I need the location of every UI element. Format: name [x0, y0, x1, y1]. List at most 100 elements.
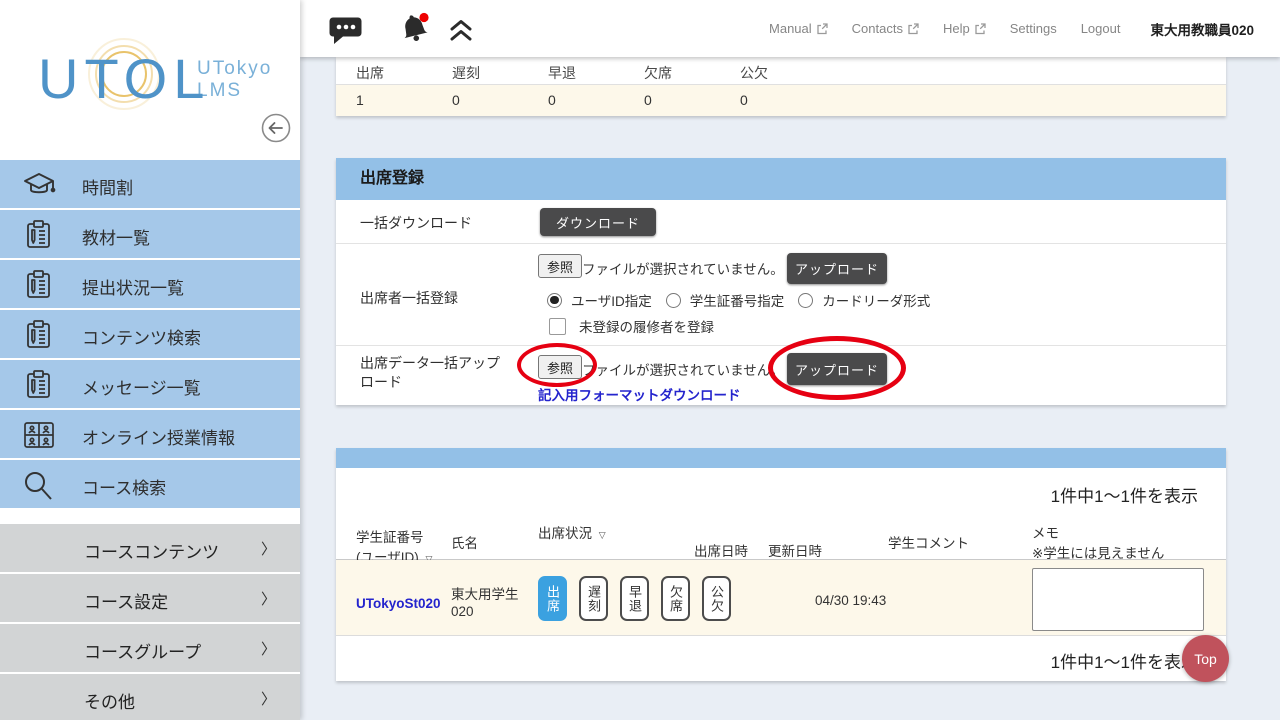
logout-link[interactable]: Logout — [1081, 21, 1121, 36]
student-id-link[interactable]: UTokyoSt020 — [356, 596, 441, 611]
radio-student-card-number[interactable]: 学生証番号指定 — [666, 290, 785, 310]
summary-value: 0 — [548, 92, 556, 108]
status-button-early-leave[interactable]: 早退 — [620, 576, 649, 621]
upload-button[interactable]: アップロード — [787, 253, 887, 284]
manual-label: Manual — [769, 21, 812, 36]
help-link[interactable]: Help — [943, 21, 986, 36]
sidebar-item-timetable[interactable]: 時間割 — [0, 160, 300, 208]
no-file-selected-text: ファイルが選択されていません。 — [582, 359, 784, 379]
scroll-to-top-button[interactable]: Top — [1182, 635, 1229, 682]
back-arrow-icon — [270, 123, 283, 133]
download-button[interactable]: ダウンロード — [540, 208, 656, 236]
sort-triangle-icon: ▽ — [599, 530, 606, 540]
contacts-link[interactable]: Contacts — [852, 21, 919, 36]
sidebar-item-others[interactable]: その他 〉 — [0, 674, 300, 720]
data-bulk-label: 出席データ一括アップロード — [360, 354, 512, 392]
browse-file-button[interactable]: 参照 — [538, 355, 582, 379]
col-student-comment: 学生コメント — [888, 532, 969, 552]
chevron-right-icon: 〉 — [261, 638, 276, 659]
summary-value: 1 — [356, 92, 364, 108]
notifications-bell-icon[interactable] — [395, 9, 435, 49]
col-memo-line1: メモ — [1032, 526, 1059, 541]
radio-button-icon — [666, 293, 681, 308]
sidebar-item-label: その他 — [84, 688, 135, 713]
status-button-excused-absence[interactable]: 公欠 — [702, 576, 731, 621]
memo-textarea[interactable] — [1032, 568, 1204, 631]
clipboard-icon — [21, 219, 57, 251]
sidebar-item-course-settings[interactable]: コース設定 〉 — [0, 574, 300, 622]
manual-link[interactable]: Manual — [769, 21, 828, 36]
sidebar-item-label: オンライン授業情報 — [82, 424, 235, 449]
summary-header-row: 出席 遅刻 早退 欠席 公欠 — [336, 57, 1226, 85]
topnav: Manual Contacts Help Settings Logout 東大用… — [769, 0, 1254, 57]
bulk-download-label: 一括ダウンロード — [360, 213, 472, 233]
col-name: 氏名 — [451, 532, 478, 552]
external-link-icon — [974, 23, 986, 35]
attendance-summary-table: 出席 遅刻 早退 欠席 公欠 1 0 0 0 0 — [336, 57, 1226, 116]
table-header-row: 1件中1〜1件を表示 学生証番号 (ユーザID) ▽ 氏名 出席状況 ▽ 出席日… — [336, 468, 1226, 560]
attendance-register-panel: 出席登録 一括ダウンロード ダウンロード 出席者一括登録 参照 ファイルが選択さ… — [336, 158, 1226, 405]
attendance-table-panel: 1件中1〜1件を表示 学生証番号 (ユーザID) ▽ 氏名 出席状況 ▽ 出席日… — [336, 448, 1226, 681]
sidebar-item-label: メッセージ一覧 — [82, 374, 201, 399]
format-download-link[interactable]: 記入用フォーマットダウンロード — [538, 384, 741, 404]
table-top-bar — [336, 448, 1226, 468]
sidebar-item-materials[interactable]: 教材一覧 — [0, 210, 300, 258]
collapse-header-icon[interactable] — [448, 18, 474, 43]
sidebar-item-course-group[interactable]: コースグループ 〉 — [0, 624, 300, 672]
register-unregistered-checkbox[interactable]: 未登録の履修者を登録 — [549, 316, 714, 336]
summary-value: 0 — [644, 92, 652, 108]
sidebar-item-content-search[interactable]: コンテンツ検索 — [0, 310, 300, 358]
chevron-right-icon: 〉 — [261, 688, 276, 709]
browse-file-button[interactable]: 参照 — [538, 254, 582, 278]
sidebar-course-menu: コースコンテンツ 〉 コース設定 〉 コースグループ 〉 その他 〉 — [0, 524, 300, 720]
sidebar: UTOL UTokyo LMS 時間割 — [0, 0, 300, 720]
status-button-group: 出席 遅刻 早退 欠席 公欠 — [538, 576, 731, 621]
radio-card-reader-format[interactable]: カードリーダ形式 — [798, 290, 930, 310]
no-file-selected-text: ファイルが選択されていません。 — [582, 258, 784, 278]
sidebar-collapse-button[interactable] — [259, 111, 293, 145]
radio-user-id[interactable]: ユーザID指定 — [547, 290, 652, 310]
online-class-icon — [21, 419, 57, 451]
logout-label: Logout — [1081, 21, 1121, 36]
sidebar-item-online-class-info[interactable]: オンライン授業情報 — [0, 410, 300, 458]
summary-header: 欠席 — [644, 63, 672, 83]
status-button-absent[interactable]: 欠席 — [661, 576, 690, 621]
settings-link[interactable]: Settings — [1010, 21, 1057, 36]
chevron-right-icon: 〉 — [261, 538, 276, 559]
upload-button[interactable]: アップロード — [787, 353, 887, 385]
checkbox-icon — [549, 318, 566, 335]
clipboard-icon — [21, 369, 57, 401]
attendee-bulk-register-row: 出席者一括登録 参照 ファイルが選択されていません。 アップロード ユーザID指… — [336, 243, 1226, 345]
summary-value-row: 1 0 0 0 0 — [336, 85, 1226, 116]
status-button-present[interactable]: 出席 — [538, 576, 567, 621]
logo-area: UTOL UTokyo LMS — [0, 0, 300, 160]
sidebar-item-label: 教材一覧 — [82, 224, 150, 249]
col-update-time: 更新日時 — [768, 540, 822, 560]
status-button-late[interactable]: 遅刻 — [579, 576, 608, 621]
contacts-label: Contacts — [852, 21, 903, 36]
help-label: Help — [943, 21, 970, 36]
sidebar-item-submission-status[interactable]: 提出状況一覧 — [0, 260, 300, 308]
radio-button-icon — [547, 293, 562, 308]
result-count-text: 1件中1〜1件を表示 — [1051, 648, 1198, 673]
messages-icon[interactable] — [328, 16, 364, 48]
checkbox-label: 未登録の履修者を登録 — [579, 316, 714, 336]
result-count-text: 1件中1〜1件を表示 — [1051, 482, 1198, 507]
sidebar-item-label: コースコンテンツ — [84, 538, 219, 563]
utol-logo: UTOL — [38, 46, 210, 111]
attendance-data-bulk-upload-row: 出席データ一括アップロード 参照 ファイルが選択されていません。 アップロード … — [336, 345, 1226, 405]
summary-value: 0 — [452, 92, 460, 108]
col-attend-time: 出席日時 — [694, 540, 748, 560]
sidebar-item-label: コース検索 — [82, 474, 166, 499]
sidebar-item-course-contents[interactable]: コースコンテンツ 〉 — [0, 524, 300, 572]
sidebar-item-course-search[interactable]: コース検索 — [0, 460, 300, 508]
settings-label: Settings — [1010, 21, 1057, 36]
sidebar-item-label: コンテンツ検索 — [82, 324, 201, 349]
col-status[interactable]: 出席状況 ▽ — [538, 522, 606, 542]
sidebar-item-label: 時間割 — [82, 174, 133, 199]
graduation-cap-icon — [21, 169, 57, 201]
section-title: 出席登録 — [336, 158, 1226, 200]
notification-dot — [419, 13, 428, 22]
radio-button-icon — [798, 293, 813, 308]
sidebar-item-messages[interactable]: メッセージ一覧 — [0, 360, 300, 408]
